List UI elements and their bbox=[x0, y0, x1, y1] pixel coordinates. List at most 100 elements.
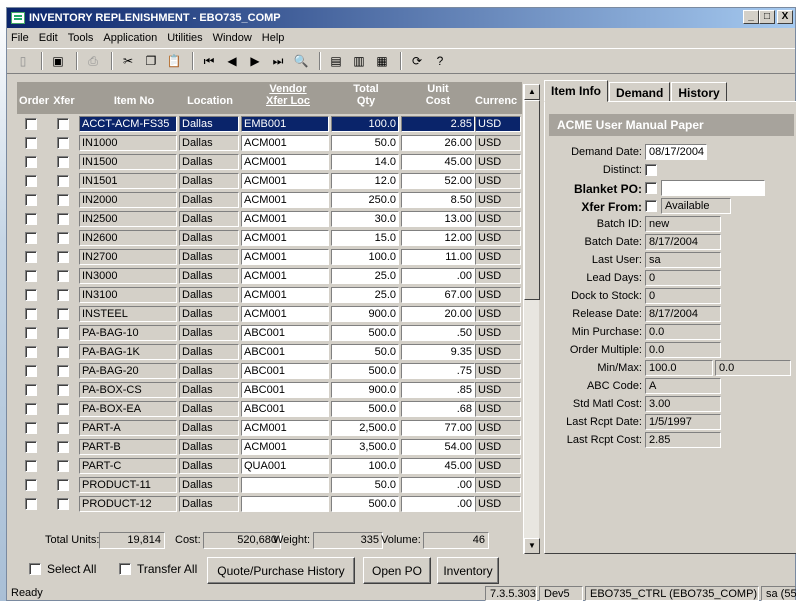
location-cell[interactable]: Dallas bbox=[179, 135, 239, 151]
new-icon[interactable]: ▯ bbox=[13, 51, 33, 71]
item-no-cell[interactable]: IN1501 bbox=[79, 173, 177, 189]
distinct-checkbox[interactable] bbox=[645, 164, 657, 176]
scroll-down-icon[interactable]: ▼ bbox=[524, 538, 540, 554]
item-no-cell[interactable]: IN3100 bbox=[79, 287, 177, 303]
location-cell[interactable]: Dallas bbox=[179, 363, 239, 379]
item-no-cell[interactable]: IN2500 bbox=[79, 211, 177, 227]
location-cell[interactable]: Dallas bbox=[179, 116, 239, 132]
order-checkbox[interactable] bbox=[25, 270, 37, 282]
unit-cost-cell[interactable]: 13.00 bbox=[401, 211, 475, 227]
table-row[interactable]: PA-BAG-1K Dallas ABC001 50.0 9.35 USD bbox=[17, 343, 522, 361]
item-no-cell[interactable]: PA-BAG-20 bbox=[79, 363, 177, 379]
xfer-checkbox[interactable] bbox=[57, 289, 69, 301]
vendor-cell[interactable]: ACM001 bbox=[241, 173, 329, 189]
qty-cell[interactable]: 50.0 bbox=[331, 344, 399, 360]
order-checkbox[interactable] bbox=[25, 365, 37, 377]
blanket-po-field[interactable] bbox=[661, 180, 765, 196]
location-cell[interactable]: Dallas bbox=[179, 496, 239, 512]
xfer-checkbox[interactable] bbox=[57, 441, 69, 453]
vendor-cell[interactable]: ACM001 bbox=[241, 287, 329, 303]
table-row[interactable]: PA-BAG-10 Dallas ABC001 500.0 .50 USD bbox=[17, 324, 522, 342]
vendor-cell[interactable]: ABC001 bbox=[241, 344, 329, 360]
item-no-cell[interactable]: PA-BOX-CS bbox=[79, 382, 177, 398]
open-po-button[interactable]: Open PO bbox=[363, 557, 431, 584]
table-row[interactable]: IN2600 Dallas ACM001 15.0 12.00 USD bbox=[17, 229, 522, 247]
location-cell[interactable]: Dallas bbox=[179, 382, 239, 398]
unit-cost-cell[interactable]: 8.50 bbox=[401, 192, 475, 208]
unit-cost-cell[interactable]: 67.00 bbox=[401, 287, 475, 303]
menu-edit[interactable]: Edit bbox=[39, 32, 64, 44]
table-row[interactable]: IN1500 Dallas ACM001 14.0 45.00 USD bbox=[17, 153, 522, 171]
table-row[interactable]: ACCT-ACM-FS35 Dallas EMB001 100.0 2.85 U… bbox=[17, 115, 522, 133]
unit-cost-cell[interactable]: 45.00 bbox=[401, 154, 475, 170]
scroll-thumb[interactable] bbox=[524, 100, 540, 300]
xfer-checkbox[interactable] bbox=[57, 194, 69, 206]
scroll-up-icon[interactable]: ▲ bbox=[524, 84, 540, 100]
unit-cost-cell[interactable]: 45.00 bbox=[401, 458, 475, 474]
cut-icon[interactable]: ✂ bbox=[118, 51, 138, 71]
table-row[interactable]: IN3100 Dallas ACM001 25.0 67.00 USD bbox=[17, 286, 522, 304]
qty-cell[interactable]: 30.0 bbox=[331, 211, 399, 227]
unit-cost-cell[interactable]: .85 bbox=[401, 382, 475, 398]
xfer-checkbox[interactable] bbox=[57, 365, 69, 377]
order-checkbox[interactable] bbox=[25, 175, 37, 187]
qty-cell[interactable]: 500.0 bbox=[331, 496, 399, 512]
blanket-po-checkbox[interactable] bbox=[645, 182, 657, 194]
table-row[interactable]: PRODUCT-12 Dallas 500.0 .00 USD bbox=[17, 495, 522, 513]
unit-cost-cell[interactable]: 12.00 bbox=[401, 230, 475, 246]
paste-icon[interactable]: 📋 bbox=[164, 51, 184, 71]
refresh-icon[interactable]: ⟳ bbox=[407, 51, 427, 71]
table-row[interactable]: IN1501 Dallas ACM001 12.0 52.00 USD bbox=[17, 172, 522, 190]
table-row[interactable]: PART-C Dallas QUA001 100.0 45.00 USD bbox=[17, 457, 522, 475]
xfer-checkbox[interactable] bbox=[57, 327, 69, 339]
xfer-checkbox[interactable] bbox=[57, 156, 69, 168]
order-checkbox[interactable] bbox=[25, 441, 37, 453]
qty-cell[interactable]: 25.0 bbox=[331, 287, 399, 303]
inventory-button[interactable]: Inventory bbox=[437, 557, 499, 584]
xfer-checkbox[interactable] bbox=[57, 118, 69, 130]
vendor-cell[interactable]: ABC001 bbox=[241, 382, 329, 398]
last-record-icon[interactable]: ⏭ bbox=[268, 51, 288, 71]
item-no-cell[interactable]: PRODUCT-11 bbox=[79, 477, 177, 493]
unit-cost-cell[interactable]: 11.00 bbox=[401, 249, 475, 265]
next-record-icon[interactable]: ▶ bbox=[245, 51, 265, 71]
xfer-checkbox[interactable] bbox=[57, 498, 69, 510]
xfer-checkbox[interactable] bbox=[57, 403, 69, 415]
location-cell[interactable]: Dallas bbox=[179, 458, 239, 474]
location-cell[interactable]: Dallas bbox=[179, 420, 239, 436]
xfer-checkbox[interactable] bbox=[57, 175, 69, 187]
table-row[interactable]: PA-BOX-EA Dallas ABC001 500.0 .68 USD bbox=[17, 400, 522, 418]
item-no-cell[interactable]: PA-BOX-EA bbox=[79, 401, 177, 417]
menu-utilities[interactable]: Utilities bbox=[167, 32, 208, 44]
unit-cost-cell[interactable]: 26.00 bbox=[401, 135, 475, 151]
xfer-checkbox[interactable] bbox=[57, 213, 69, 225]
header-cost[interactable]: Cost bbox=[401, 96, 475, 107]
xfer-checkbox[interactable] bbox=[57, 384, 69, 396]
maximize-button[interactable]: □ bbox=[759, 10, 775, 24]
header-xfer-loc[interactable]: Xfer Loc bbox=[245, 96, 331, 107]
qty-cell[interactable]: 12.0 bbox=[331, 173, 399, 189]
unit-cost-cell[interactable]: 77.00 bbox=[401, 420, 475, 436]
item-no-cell[interactable]: IN2600 bbox=[79, 230, 177, 246]
order-checkbox[interactable] bbox=[25, 384, 37, 396]
item-no-cell[interactable]: PA-BAG-1K bbox=[79, 344, 177, 360]
unit-cost-cell[interactable]: .75 bbox=[401, 363, 475, 379]
qty-cell[interactable]: 15.0 bbox=[331, 230, 399, 246]
xfer-checkbox[interactable] bbox=[57, 479, 69, 491]
vendor-cell[interactable]: ACM001 bbox=[241, 439, 329, 455]
qty-cell[interactable]: 100.0 bbox=[331, 116, 399, 132]
table-row[interactable]: PART-A Dallas ACM001 2,500.0 77.00 USD bbox=[17, 419, 522, 437]
location-cell[interactable]: Dallas bbox=[179, 306, 239, 322]
vendor-cell[interactable]: ABC001 bbox=[241, 363, 329, 379]
xfer-checkbox[interactable] bbox=[57, 270, 69, 282]
order-checkbox[interactable] bbox=[25, 403, 37, 415]
vendor-cell[interactable]: ACM001 bbox=[241, 420, 329, 436]
menu-application[interactable]: Application bbox=[103, 32, 163, 44]
vendor-cell[interactable]: ACM001 bbox=[241, 249, 329, 265]
location-cell[interactable]: Dallas bbox=[179, 192, 239, 208]
item-no-cell[interactable]: PA-BAG-10 bbox=[79, 325, 177, 341]
xfer-from-checkbox[interactable] bbox=[645, 200, 657, 212]
location-cell[interactable]: Dallas bbox=[179, 173, 239, 189]
order-checkbox[interactable] bbox=[25, 308, 37, 320]
location-cell[interactable]: Dallas bbox=[179, 230, 239, 246]
